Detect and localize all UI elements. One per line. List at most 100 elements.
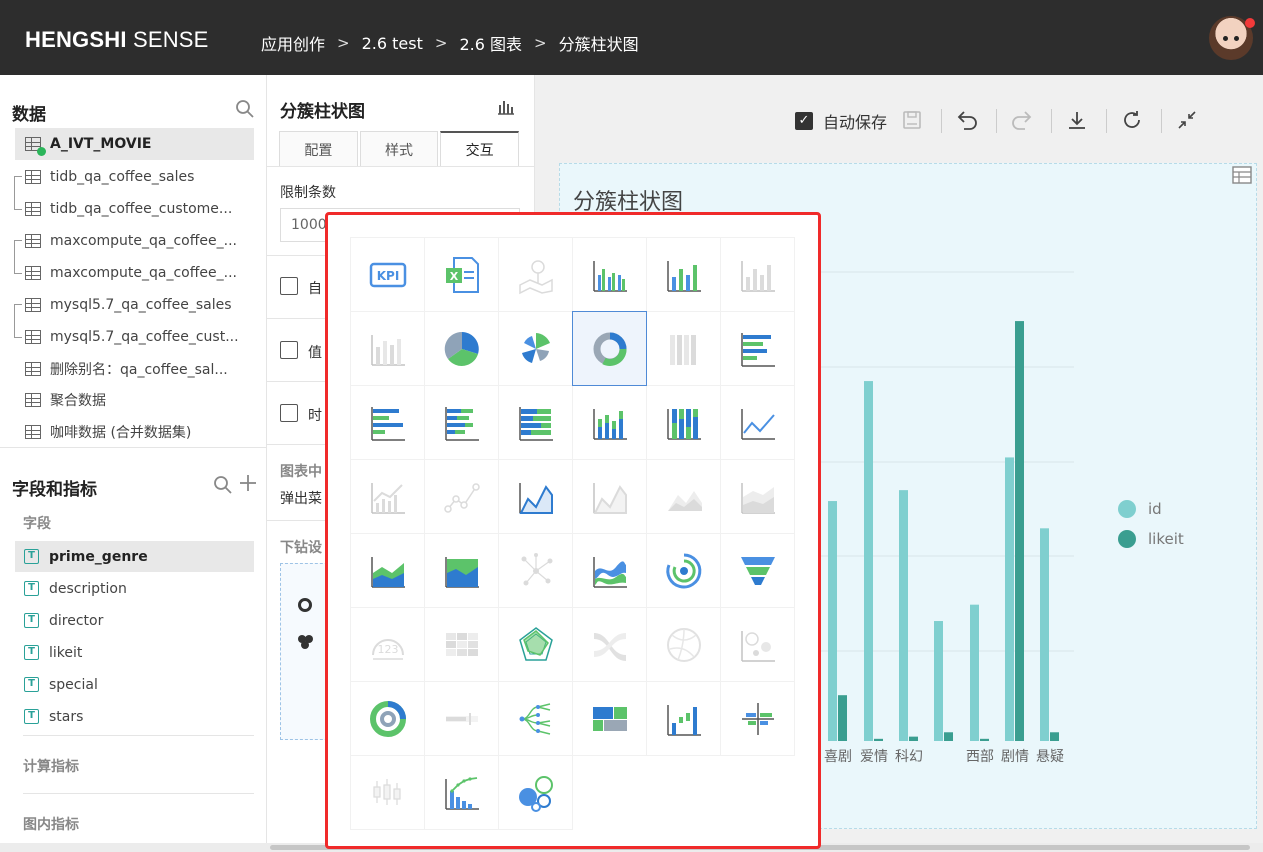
crosshair-option[interactable] — [720, 681, 795, 756]
field-item-description[interactable]: Tdescription — [15, 573, 254, 604]
pack-bubble-option[interactable] — [498, 755, 573, 830]
horizontal-bar-alt-option[interactable] — [350, 385, 425, 460]
rose-chart-option[interactable] — [498, 311, 573, 386]
percent-bar-gray-option[interactable] — [646, 311, 721, 386]
donut-chart-option[interactable] — [572, 311, 647, 386]
horizontal-stacked-option[interactable] — [424, 385, 499, 460]
dataset-item[interactable]: tidb_qa_coffee_custome... — [15, 193, 254, 225]
kpi-option[interactable]: KPI — [350, 237, 425, 312]
dataset-item[interactable]: mysql5.7_qa_coffee_cust... — [15, 321, 254, 353]
percent-column-option[interactable] — [646, 385, 721, 460]
bullet-gray-option[interactable] — [424, 681, 499, 756]
chord-gray-option[interactable] — [646, 607, 721, 682]
sunburst-option[interactable] — [350, 681, 425, 756]
stacked-area-gray-option[interactable] — [720, 459, 795, 534]
bar-likeit[interactable] — [1015, 321, 1024, 741]
pie-chart-option[interactable] — [424, 311, 499, 386]
option-checkbox[interactable] — [280, 277, 298, 295]
avatar-eye — [1234, 36, 1239, 41]
bar-id[interactable] — [934, 621, 943, 741]
boxplot-gray-option[interactable] — [350, 755, 425, 830]
legend-item-id[interactable]: id — [1118, 494, 1184, 524]
sankey-gray-option[interactable] — [572, 607, 647, 682]
dial-123-gray-option[interactable]: 123 — [350, 607, 425, 682]
collapse-icon[interactable] — [1176, 110, 1198, 132]
waterfall-option[interactable] — [646, 681, 721, 756]
save-icon[interactable] — [901, 110, 923, 132]
heatmap-gray-option[interactable] — [424, 607, 499, 682]
excel-table-option[interactable]: X — [424, 237, 499, 312]
dot-line-gray-option[interactable] — [424, 459, 499, 534]
dataset-item[interactable]: maxcompute_qa_coffee_... — [15, 257, 254, 289]
autosave-checkbox[interactable]: ✓ — [795, 112, 813, 130]
gauge-ring-option[interactable] — [646, 533, 721, 608]
network-gray-option[interactable] — [498, 533, 573, 608]
area-chart-option[interactable] — [498, 459, 573, 534]
stacked-area-option[interactable] — [350, 533, 425, 608]
bar-id[interactable] — [1040, 528, 1049, 741]
bubble-scatter-gray-option[interactable] — [720, 607, 795, 682]
percent-area-option[interactable] — [424, 533, 499, 608]
funnel-option[interactable] — [720, 533, 795, 608]
tab-style[interactable]: 样式 — [359, 131, 439, 167]
tree-chart-option[interactable] — [498, 681, 573, 756]
field-item-special[interactable]: Tspecial — [15, 669, 254, 700]
field-item-prime-genre[interactable]: Tprime_genre — [15, 541, 254, 572]
map-option[interactable] — [498, 237, 573, 312]
refresh-icon[interactable] — [1121, 110, 1143, 132]
radar-chart-option[interactable] — [498, 607, 573, 682]
redo-icon[interactable] — [1011, 110, 1033, 132]
bar-chart-icon[interactable] — [497, 99, 515, 115]
breadcrumb-item-dashboard[interactable]: 2.6 图表 — [459, 31, 522, 55]
dataset-item[interactable]: 咖啡数据 (合并数据集) — [15, 416, 254, 448]
horizontal-percent-option[interactable] — [498, 385, 573, 460]
brand-logo[interactable]: HENGSHI SENSE — [25, 27, 209, 53]
bar-id[interactable] — [899, 490, 908, 741]
area-gray-option[interactable] — [572, 459, 647, 534]
add-icon[interactable] — [238, 473, 258, 498]
mountain-gray-option[interactable] — [646, 459, 721, 534]
dataset-item-a-ivt-movie[interactable]: A_IVT_MOVIE — [15, 128, 254, 160]
dataset-item[interactable]: maxcompute_qa_coffee_... — [15, 225, 254, 257]
bar-id[interactable] — [864, 381, 873, 741]
bar-id[interactable] — [970, 604, 979, 741]
stacked-bar-gray-option[interactable] — [350, 311, 425, 386]
horizontal-bar-option[interactable] — [720, 311, 795, 386]
cluster-bar-option[interactable] — [572, 237, 647, 312]
legend-item-likeit[interactable]: likeit — [1118, 524, 1184, 554]
bar-likeit[interactable] — [1050, 732, 1059, 741]
search-icon[interactable] — [235, 99, 255, 124]
bar-id[interactable] — [1005, 457, 1014, 741]
bar-id[interactable] — [828, 501, 837, 741]
option-checkbox[interactable] — [280, 341, 298, 359]
field-item-likeit[interactable]: Tlikeit — [15, 637, 254, 668]
treemap-option[interactable] — [572, 681, 647, 756]
download-icon[interactable] — [1066, 110, 1088, 132]
breadcrumb-item-app-creation[interactable]: 应用创作 — [261, 31, 325, 55]
field-item-director[interactable]: Tdirector — [15, 605, 254, 636]
tab-config[interactable]: 配置 — [279, 131, 358, 167]
field-item-stars[interactable]: Tstars — [15, 701, 254, 732]
dataset-item[interactable]: tidb_qa_coffee_sales — [15, 161, 254, 193]
bar-likeit[interactable] — [874, 738, 883, 741]
tab-interaction[interactable]: 交互 — [440, 131, 520, 167]
search-icon[interactable] — [213, 475, 233, 500]
bar-likeit[interactable] — [909, 736, 918, 741]
line-bar-gray-option[interactable] — [350, 459, 425, 534]
stream-graph-option[interactable] — [572, 533, 647, 608]
dataset-item[interactable]: 删除别名：qa_coffee_sal... — [15, 353, 254, 385]
bar-likeit[interactable] — [944, 732, 953, 741]
dataset-item[interactable]: mysql5.7_qa_coffee_sales — [15, 289, 254, 321]
pareto-option[interactable] — [424, 755, 499, 830]
undo-icon[interactable] — [956, 110, 978, 132]
breadcrumb-item-app[interactable]: 2.6 test — [362, 34, 423, 53]
dataset-item[interactable]: 聚合数据 — [15, 384, 254, 416]
bar-likeit[interactable] — [838, 695, 847, 741]
avatar[interactable] — [1209, 16, 1255, 60]
line-chart-option[interactable] — [720, 385, 795, 460]
option-checkbox[interactable] — [280, 404, 298, 422]
bar-chart-option[interactable] — [646, 237, 721, 312]
bar-chart-gray-option[interactable] — [720, 237, 795, 312]
stacked-column-option[interactable] — [572, 385, 647, 460]
bar-likeit[interactable] — [980, 738, 989, 741]
